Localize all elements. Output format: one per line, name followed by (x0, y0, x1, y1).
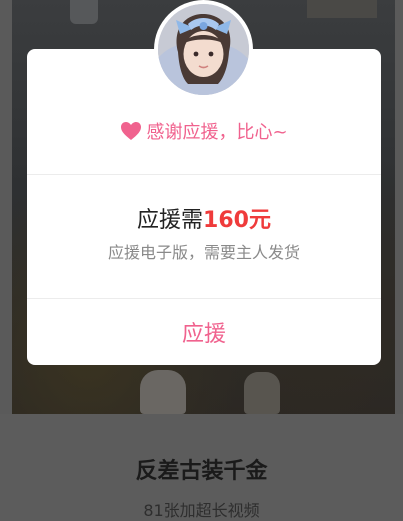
delivery-note: 应援电子版，需要主人发货 (107, 243, 300, 262)
background-vase-small (244, 372, 280, 414)
divider (27, 174, 381, 175)
support-button[interactable]: 应援 (27, 299, 381, 365)
background-frame (307, 0, 377, 18)
avatar-image (158, 4, 249, 95)
product-title: 反差古装千金 (135, 459, 268, 484)
price-prefix: 应援需 (137, 208, 204, 233)
background-bottle (70, 0, 98, 24)
product-subtitle: 81张加超长视频 (143, 501, 260, 520)
screen: 反差古装千金 81张加超长视频 感谢应援，比心~ 应援需160元 应援电子版，需… (0, 0, 403, 521)
background-vase (140, 370, 186, 414)
heart-icon (120, 121, 142, 141)
thanks-row: 感谢应援，比心~ (27, 121, 381, 145)
thanks-text: 感谢应援，比心~ (146, 122, 288, 143)
avatar (154, 0, 253, 99)
price-row: 应援需160元 (27, 206, 381, 236)
price-amount: 160元 (203, 208, 271, 233)
